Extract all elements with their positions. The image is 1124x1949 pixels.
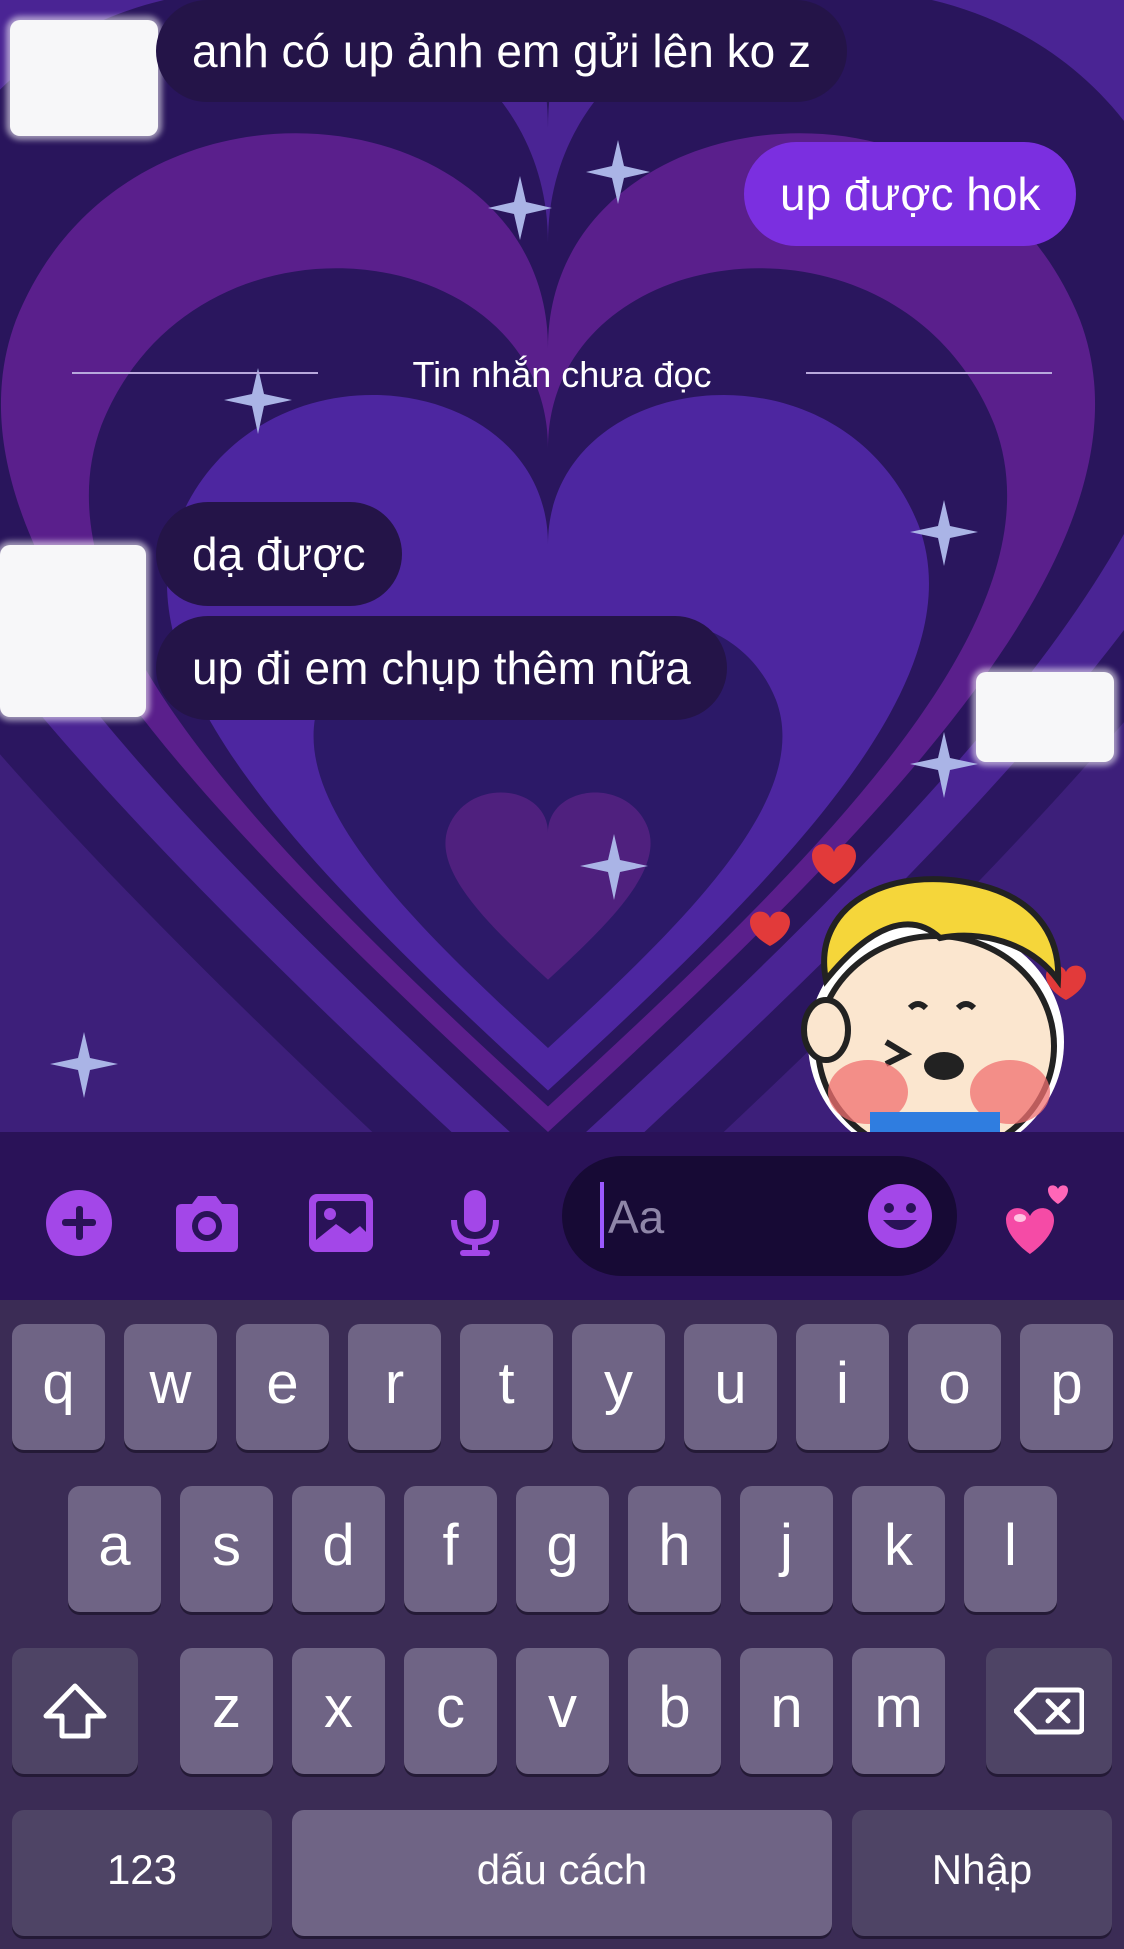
avatar[interactable] [0,545,146,717]
backspace-icon [1013,1687,1085,1735]
plus-icon[interactable] [44,1188,114,1258]
emoji-icon[interactable] [866,1182,934,1250]
divider-line [806,372,1052,374]
key-w[interactable]: w [124,1324,217,1450]
space-key[interactable]: dấu cách [292,1810,832,1936]
key-p[interactable]: p [1020,1324,1113,1450]
key-k[interactable]: k [852,1486,945,1612]
key-x[interactable]: x [292,1648,385,1774]
incoming-message[interactable]: up đi em chụp thêm nữa [156,616,727,720]
key-c[interactable]: c [404,1648,497,1774]
message-input-placeholder: Aa [608,1191,665,1243]
key-q[interactable]: q [12,1324,105,1450]
key-i[interactable]: i [796,1324,889,1450]
unread-divider-label: Tin nhắn chưa đọc [412,354,712,395]
key-g[interactable]: g [516,1486,609,1612]
text-caret [600,1182,604,1248]
outgoing-message[interactable]: up được hok [744,142,1077,246]
backspace-key[interactable] [986,1648,1112,1774]
numbers-key[interactable]: 123 [12,1810,272,1936]
key-m[interactable]: m [852,1648,945,1774]
key-u[interactable]: u [684,1324,777,1450]
incoming-message[interactable]: dạ được [156,502,402,606]
avatar[interactable] [10,20,158,136]
key-l[interactable]: l [964,1486,1057,1612]
chat-area[interactable]: anh có up ảnh em gửi lên ko z up được ho… [0,0,1124,1132]
shift-key[interactable] [12,1648,138,1774]
key-r[interactable]: r [348,1324,441,1450]
key-z[interactable]: z [180,1648,273,1774]
key-a[interactable]: a [68,1486,161,1612]
read-receipt-avatar [976,672,1114,762]
key-n[interactable]: n [740,1648,833,1774]
key-b[interactable]: b [628,1648,721,1774]
key-f[interactable]: f [404,1486,497,1612]
key-o[interactable]: o [908,1324,1001,1450]
key-j[interactable]: j [740,1486,833,1612]
key-e[interactable]: e [236,1324,329,1450]
return-key[interactable]: Nhập [852,1810,1112,1936]
hearts-icon[interactable] [1004,1184,1084,1264]
key-s[interactable]: s [180,1486,273,1612]
microphone-icon[interactable] [440,1188,510,1258]
key-t[interactable]: t [460,1324,553,1450]
key-v[interactable]: v [516,1648,609,1774]
incoming-message[interactable]: anh có up ảnh em gửi lên ko z [156,0,847,102]
camera-icon[interactable] [172,1188,242,1258]
key-d[interactable]: d [292,1486,385,1612]
shift-arrow-icon [43,1683,107,1739]
key-y[interactable]: y [572,1324,665,1450]
gallery-icon[interactable] [306,1188,376,1258]
key-h[interactable]: h [628,1486,721,1612]
cartoon-boy-sticker[interactable] [740,830,1100,1132]
